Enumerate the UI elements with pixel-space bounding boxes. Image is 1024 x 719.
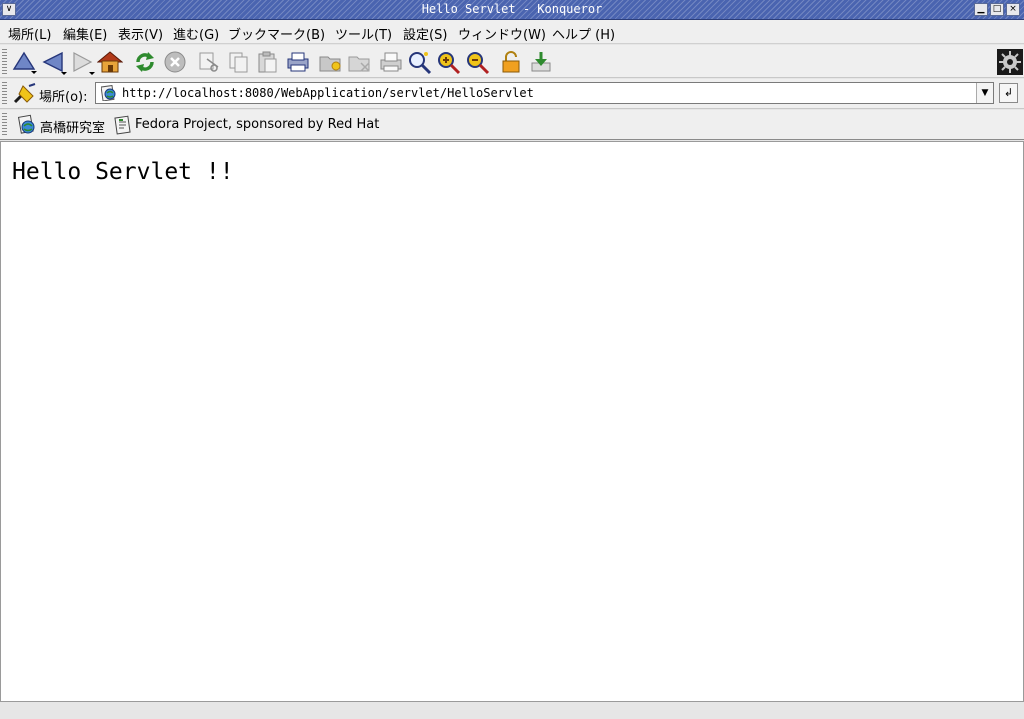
- stop-icon[interactable]: [162, 49, 188, 75]
- maximize-button[interactable]: □: [990, 3, 1004, 16]
- main-toolbar: [0, 45, 1024, 78]
- window-title: Hello Servlet - Konqueror: [421, 2, 603, 16]
- menu-view[interactable]: 表示(V): [118, 24, 163, 43]
- menubar: 場所(L) 編集(E) 表示(V) 進む(G) ブックマーク(B) ツール(T)…: [0, 20, 1024, 44]
- zoom-out-icon[interactable]: [464, 49, 490, 75]
- bookmark-fedora-project[interactable]: Fedora Project, sponsored by Red Hat: [135, 117, 379, 132]
- chevron-down-icon: ▼: [981, 88, 989, 98]
- menu-bookmarks[interactable]: ブックマーク(B): [228, 24, 325, 43]
- security-lock-icon[interactable]: [498, 49, 524, 75]
- maximize-icon: □: [992, 4, 1002, 14]
- url-input[interactable]: http://localhost:8080/WebApplication/ser…: [95, 82, 994, 104]
- page-heading: Hello Servlet !!: [12, 159, 234, 185]
- location-toolbar: 場所(o): http://localhost:8080/WebApplicat…: [0, 79, 1024, 109]
- cut-icon[interactable]: [196, 49, 222, 75]
- page-favicon-icon: [100, 84, 117, 102]
- page-content[interactable]: Hello Servlet !!: [0, 141, 1024, 702]
- home-icon[interactable]: [97, 49, 123, 75]
- zoom-in-icon[interactable]: [435, 49, 461, 75]
- printer-icon[interactable]: [378, 49, 404, 75]
- location-label: 場所(o):: [39, 90, 88, 105]
- menu-help[interactable]: ヘルプ (H): [552, 24, 615, 43]
- menu-edit[interactable]: 編集(E): [63, 24, 107, 43]
- enter-icon: ↲: [1003, 86, 1014, 99]
- status-bar: [0, 703, 1024, 719]
- copy-icon[interactable]: [226, 49, 252, 75]
- forward-icon[interactable]: [70, 49, 96, 75]
- download-icon[interactable]: [528, 49, 554, 75]
- page-bookmark-icon: [113, 114, 133, 136]
- close-icon: ×: [1009, 4, 1017, 14]
- find-icon[interactable]: [406, 49, 432, 75]
- up-icon[interactable]: [11, 49, 37, 75]
- minimize-button[interactable]: ▁: [974, 3, 988, 16]
- menu-settings[interactable]: 設定(S): [403, 24, 447, 43]
- folder-new-icon[interactable]: [318, 49, 344, 75]
- url-history-dropdown[interactable]: ▼: [976, 83, 993, 103]
- menu-go[interactable]: 進む(G): [173, 24, 219, 43]
- go-button[interactable]: ↲: [999, 83, 1018, 103]
- toolbar-grip[interactable]: [2, 49, 7, 75]
- window-titlebar[interactable]: ∨ Hello Servlet - Konqueror ▁ □ ×: [0, 0, 1024, 20]
- close-button[interactable]: ×: [1006, 3, 1020, 16]
- toolbar-grip[interactable]: [2, 82, 7, 106]
- toolbar-grip[interactable]: [2, 113, 7, 137]
- globe-bookmark-icon: [17, 114, 37, 136]
- paste-icon[interactable]: [255, 49, 281, 75]
- reload-icon[interactable]: [132, 49, 158, 75]
- clear-location-icon[interactable]: [11, 80, 37, 106]
- url-text: http://localhost:8080/WebApplication/ser…: [122, 86, 534, 100]
- menu-location[interactable]: 場所(L): [8, 24, 51, 43]
- bookmark-takahashi-lab[interactable]: 高橋研究室: [40, 117, 105, 136]
- print-icon[interactable]: [285, 49, 311, 75]
- menu-tools[interactable]: ツール(T): [335, 24, 392, 43]
- bookmark-toolbar: 高橋研究室 Fedora Project, sponsored by Red H…: [0, 110, 1024, 140]
- throbber-icon[interactable]: [997, 49, 1023, 75]
- folder-icon[interactable]: [347, 49, 373, 75]
- minimize-icon: ▁: [977, 4, 985, 14]
- back-icon[interactable]: [41, 49, 67, 75]
- menu-window[interactable]: ウィンドウ(W): [458, 24, 546, 43]
